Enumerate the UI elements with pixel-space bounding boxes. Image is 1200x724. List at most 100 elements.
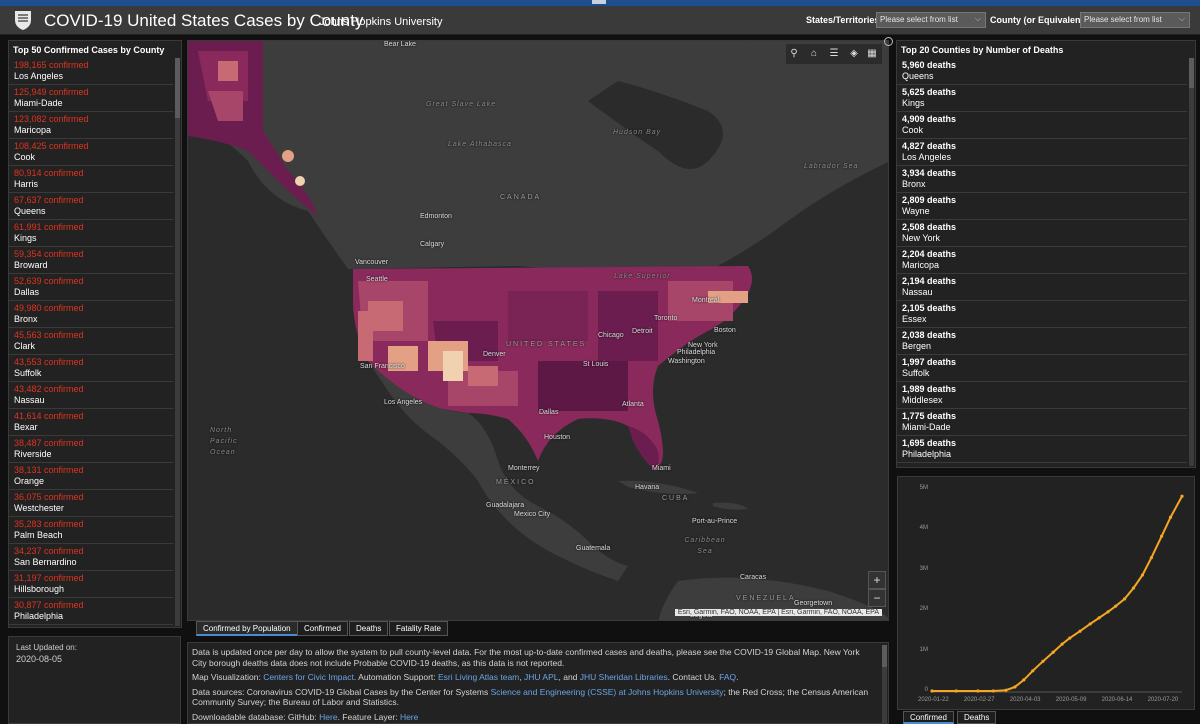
- map-label-guatemala: Guatemala: [576, 545, 611, 552]
- left-list-scrollbar[interactable]: [175, 58, 180, 626]
- list-item[interactable]: 108,425 confirmed Cook: [9, 139, 173, 166]
- top-deaths-list[interactable]: 5,960 deaths Queens 5,625 deaths Kings 4,909…: [897, 58, 1187, 466]
- home-icon[interactable]: ⌂: [808, 48, 820, 60]
- list-item[interactable]: 41,614 confirmed Bexar: [9, 409, 173, 436]
- list-item[interactable]: 1,989 deaths Middlesex: [897, 382, 1187, 409]
- cases-chart-panel: 0 1M 2M 3M 4M 5M 2020-01-22 2020-02-27 2020-04-…: [897, 476, 1195, 710]
- list-item[interactable]: 123,082 confirmed Maricopa: [9, 112, 173, 139]
- list-item[interactable]: 67,637 confirmed Queens: [9, 193, 173, 220]
- list-item-name: Wayne: [902, 206, 930, 216]
- list-item[interactable]: 5,960 deaths Queens: [897, 58, 1187, 85]
- map-label-denver: Denver: [483, 351, 506, 358]
- list-item[interactable]: 61,991 confirmed Kings: [9, 220, 173, 247]
- link-feature-layer[interactable]: Here: [400, 712, 418, 722]
- scrollbar-thumb[interactable]: [882, 645, 887, 667]
- list-item[interactable]: 52,639 confirmed Dallas: [9, 274, 173, 301]
- right-list-scrollbar[interactable]: [1189, 58, 1194, 466]
- states-select[interactable]: Please select from list ⌵: [876, 12, 986, 28]
- list-item[interactable]: 2,809 deaths Wayne: [897, 193, 1187, 220]
- list-item[interactable]: 2,105 deaths Essex: [897, 301, 1187, 328]
- list-item[interactable]: 2,038 deaths Bergen: [897, 328, 1187, 355]
- list-item-value: 59,354 confirmed: [14, 249, 84, 259]
- list-item[interactable]: 34,237 confirmed San Bernardino: [9, 544, 173, 571]
- scrollbar-thumb[interactable]: [175, 58, 180, 118]
- layers-icon[interactable]: ◈: [848, 48, 860, 60]
- list-item-name: Miami-Dade: [902, 422, 951, 432]
- list-item[interactable]: 4,909 deaths Cook: [897, 112, 1187, 139]
- tab-deaths[interactable]: Deaths: [349, 621, 389, 636]
- list-item[interactable]: 45,563 confirmed Clark: [9, 328, 173, 355]
- map-label-philadelphia: Philadelphia: [677, 349, 716, 356]
- list-item[interactable]: 38,487 confirmed Riverside: [9, 436, 173, 463]
- scrollbar-thumb[interactable]: [1189, 58, 1194, 88]
- info-paragraph-3: Data sources: Coronavirus COVID-19 Globa…: [192, 687, 876, 708]
- list-item-name: Nassau: [902, 287, 933, 297]
- list-item-value: 61,991 confirmed: [14, 222, 84, 232]
- list-item-value: 108,425 confirmed: [14, 141, 89, 151]
- list-item[interactable]: 43,553 confirmed Suffolk: [9, 355, 173, 382]
- chart-tab-confirmed[interactable]: Confirmed: [903, 711, 954, 724]
- list-item[interactable]: 49,980 confirmed Bronx: [9, 301, 173, 328]
- link-esri-living-atlas[interactable]: Esri Living Atlas team: [438, 672, 519, 682]
- list-item[interactable]: 31,197 confirmed Hillsborough: [9, 571, 173, 598]
- data-point: [1078, 629, 1082, 633]
- list-item[interactable]: 36,075 confirmed Westchester: [9, 490, 173, 517]
- info-scrollbar[interactable]: [882, 645, 887, 723]
- top-confirmed-list[interactable]: 198,165 confirmed Los Angeles 125,949 conf…: [9, 58, 173, 628]
- zoom-out-button[interactable]: −: [868, 589, 886, 607]
- list-item-name: Philadelphia: [902, 449, 952, 459]
- list-item[interactable]: 38,131 confirmed Orange: [9, 463, 173, 490]
- list-item[interactable]: 3,934 deaths Bronx: [897, 166, 1187, 193]
- search-icon[interactable]: ⚲: [788, 48, 800, 60]
- list-item[interactable]: 80,914 confirmed Harris: [9, 166, 173, 193]
- list-item[interactable]: 1,997 deaths Suffolk: [897, 355, 1187, 382]
- map-label-port-au-prince: Port-au-Prince: [692, 518, 738, 525]
- county-select[interactable]: Please select from list ⌵: [1080, 12, 1190, 28]
- data-point: [1060, 642, 1064, 646]
- list-item-value: 4,909 deaths: [902, 114, 957, 124]
- info-text: Map Visualization:: [192, 672, 264, 682]
- list-item[interactable]: 2,508 deaths New York: [897, 220, 1187, 247]
- map-label-mexico: MÉXICO: [496, 479, 536, 486]
- link-civic-impact[interactable]: Centers for Civic Impact: [263, 672, 354, 682]
- list-item[interactable]: 59,354 confirmed Broward: [9, 247, 173, 274]
- tab-confirmed-by-population[interactable]: Confirmed by Population: [196, 621, 298, 636]
- qr-icon[interactable]: ▦: [866, 48, 878, 60]
- link-jhu-sheridan[interactable]: JHU Sheridan Libraries: [580, 672, 668, 682]
- list-item[interactable]: 5,625 deaths Kings: [897, 85, 1187, 112]
- list-item-name: Los Angeles: [14, 71, 64, 81]
- map-label-north-pacific: North Pacific Ocean: [210, 427, 238, 456]
- link-jhu-apl[interactable]: JHU APL: [524, 672, 559, 682]
- tab-confirmed[interactable]: Confirmed: [297, 621, 348, 636]
- list-icon[interactable]: ☰: [828, 48, 840, 60]
- link-github[interactable]: Here: [319, 712, 337, 722]
- map-label-great-slave-lake: Great Slave Lake: [426, 101, 497, 108]
- link-faq[interactable]: FAQ: [719, 672, 736, 682]
- list-item[interactable]: 198,165 confirmed Los Angeles: [9, 58, 173, 85]
- map-label-vancouver: Vancouver: [355, 259, 388, 266]
- list-item[interactable]: 125,949 confirmed Miami-Dade: [9, 85, 173, 112]
- list-item-value: 4,827 deaths: [902, 141, 957, 151]
- cases-line-chart[interactable]: [898, 477, 1196, 711]
- list-item-name: Bronx: [14, 314, 38, 324]
- list-item[interactable]: 1,775 deaths Miami-Dade: [897, 409, 1187, 436]
- map-label-miami: Miami: [652, 465, 671, 472]
- list-item[interactable]: 1,695 deaths Philadelphia: [897, 436, 1187, 463]
- link-csse[interactable]: Science and Engineering (CSSE) at Johns …: [491, 687, 724, 697]
- app-title: COVID-19 United States Cases by County: [44, 11, 364, 30]
- info-paragraph-4: Downloadable database: GitHub: Here. Fea…: [192, 712, 876, 723]
- list-item[interactable]: 2,194 deaths Nassau: [897, 274, 1187, 301]
- list-item-value: 43,482 confirmed: [14, 384, 84, 394]
- info-text: . Feature Layer:: [337, 711, 400, 722]
- zoom-in-button[interactable]: +: [868, 571, 886, 589]
- list-item[interactable]: 35,283 confirmed Palm Beach: [9, 517, 173, 544]
- list-item[interactable]: 30,877 confirmed Philadelphia: [9, 598, 173, 625]
- list-item[interactable]: 43,482 confirmed Nassau: [9, 382, 173, 409]
- list-item[interactable]: 4,827 deaths Los Angeles: [897, 139, 1187, 166]
- list-item-value: 1,997 deaths: [902, 357, 957, 367]
- map-view[interactable]: Bear Lake Great Slave Lake Lake Athabasc…: [187, 40, 889, 621]
- chart-tab-deaths[interactable]: Deaths: [957, 711, 997, 724]
- tab-fatality-rate[interactable]: Fatality Rate: [389, 621, 448, 636]
- expand-icon[interactable]: [884, 37, 893, 46]
- list-item[interactable]: 2,204 deaths Maricopa: [897, 247, 1187, 274]
